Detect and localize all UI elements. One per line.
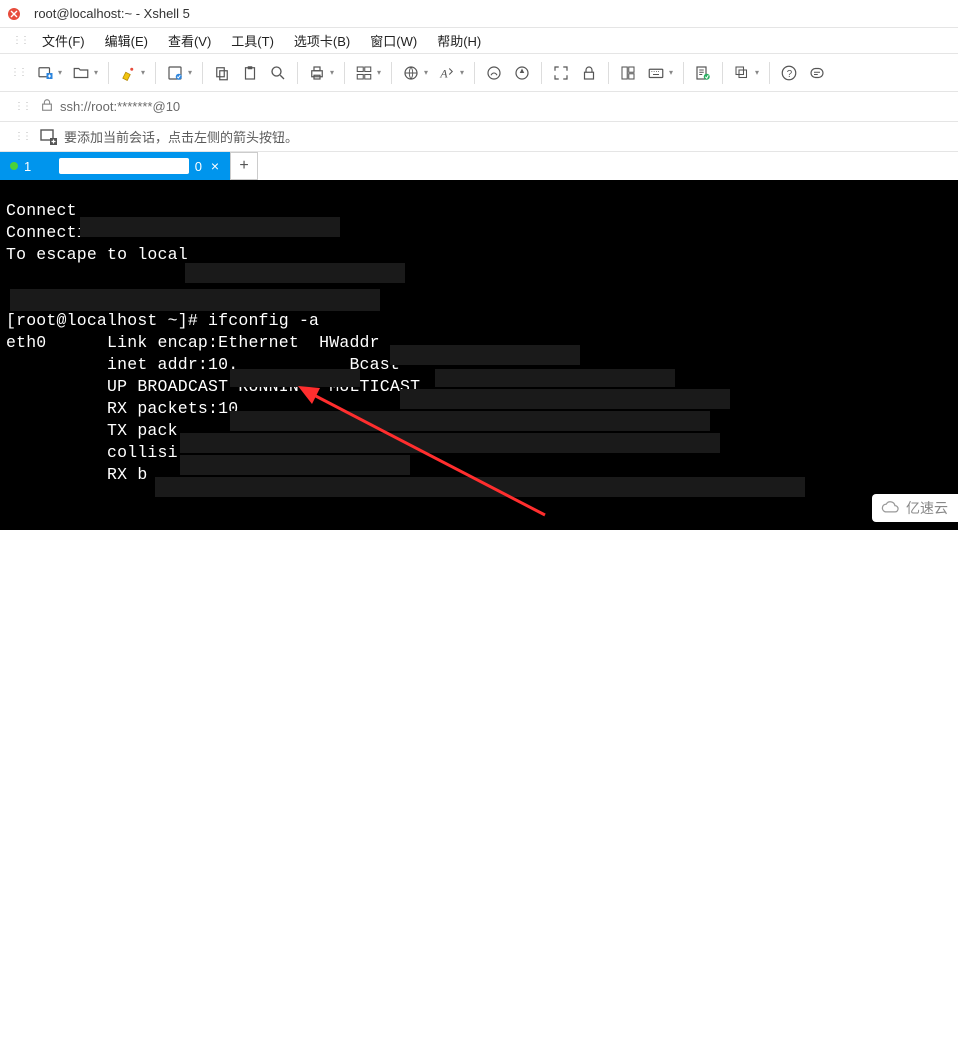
app-icon (6, 6, 22, 22)
keyboard-button[interactable] (643, 60, 669, 86)
menu-tab[interactable]: 选项卡(B) (284, 29, 360, 52)
cascade-button[interactable] (729, 60, 755, 86)
svg-text:?: ? (787, 68, 793, 79)
menu-edit[interactable]: 编辑(E) (95, 29, 158, 52)
menu-tools[interactable]: 工具(T) (221, 29, 284, 52)
script-button[interactable] (690, 60, 716, 86)
chevron-down-icon[interactable]: ▾ (460, 68, 468, 77)
copy-button[interactable] (209, 60, 235, 86)
grip-icon: ⋮⋮ (8, 35, 32, 46)
grip-icon: ⋮⋮ (6, 67, 30, 78)
menu-window[interactable]: 窗口(W) (360, 29, 427, 52)
menu-help[interactable]: 帮助(H) (427, 29, 491, 52)
window-title: root@localhost:~ - Xshell 5 (34, 6, 190, 21)
address-bar: ⋮⋮ ssh://root:*******@10 (0, 92, 958, 122)
menu-bar: ⋮⋮ 文件(F) 编辑(E) 查看(V) 工具(T) 选项卡(B) 窗口(W) … (0, 28, 958, 54)
chevron-down-icon[interactable]: ▾ (755, 68, 763, 77)
svg-text:A: A (439, 66, 448, 80)
properties-button[interactable] (162, 60, 188, 86)
lock-button[interactable] (576, 60, 602, 86)
tab-label: 1 (24, 159, 53, 174)
grip-icon: ⋮⋮ (10, 131, 34, 142)
chevron-down-icon[interactable]: ▾ (141, 68, 149, 77)
tile-button[interactable] (615, 60, 641, 86)
print-button[interactable] (304, 60, 330, 86)
chevron-down-icon[interactable]: ▾ (330, 68, 338, 77)
paste-button[interactable] (237, 60, 263, 86)
add-session-icon[interactable] (40, 128, 58, 146)
hint-text: 要添加当前会话，点击左侧的箭头按钮。 (64, 127, 298, 146)
help-button[interactable]: ? (776, 60, 802, 86)
chevron-down-icon[interactable]: ▾ (377, 68, 385, 77)
watermark: 亿速云 (872, 494, 958, 522)
highlight-button[interactable] (115, 60, 141, 86)
hint-bar: ⋮⋮ 要添加当前会话，点击左侧的箭头按钮。 (0, 122, 958, 152)
close-icon[interactable]: × (208, 159, 222, 173)
chevron-down-icon[interactable]: ▾ (188, 68, 196, 77)
search-button[interactable] (265, 60, 291, 86)
open-button[interactable] (68, 60, 94, 86)
sessions-button[interactable] (351, 60, 377, 86)
grip-icon: ⋮⋮ (10, 101, 34, 112)
address-text[interactable]: ssh://root:*******@10 (60, 99, 948, 114)
menu-file[interactable]: 文件(F) (32, 29, 95, 52)
encoding-button[interactable] (398, 60, 424, 86)
title-bar: root@localhost:~ - Xshell 5 (0, 0, 958, 28)
session-tab[interactable]: 1 0 × (0, 152, 230, 180)
lock-icon (40, 98, 54, 115)
new-tab-button[interactable]: + (230, 152, 258, 180)
fullscreen-button[interactable] (548, 60, 574, 86)
tab-trailing: 0 (195, 159, 202, 174)
cloud-icon (880, 500, 902, 516)
chevron-down-icon[interactable]: ▾ (58, 68, 66, 77)
toolbar: ⋮⋮ ▾ ▾ ▾ ▾ ▾ ▾ ▾ A ▾ ▾ ▾ ? (0, 54, 958, 92)
watermark-text: 亿速云 (906, 498, 948, 518)
chevron-down-icon[interactable]: ▾ (424, 68, 432, 77)
menu-view[interactable]: 查看(V) (158, 29, 221, 52)
xftp-button[interactable] (509, 60, 535, 86)
chevron-down-icon[interactable]: ▾ (94, 68, 102, 77)
tab-strip: 1 0 × + (0, 152, 958, 180)
status-dot-icon (10, 162, 18, 170)
new-session-button[interactable] (32, 60, 58, 86)
compose-button[interactable] (804, 60, 830, 86)
xagent-button[interactable] (481, 60, 507, 86)
terminal[interactable]: Connect Connection established. To escap… (0, 180, 958, 530)
font-button[interactable]: A (434, 60, 460, 86)
chevron-down-icon[interactable]: ▾ (669, 68, 677, 77)
